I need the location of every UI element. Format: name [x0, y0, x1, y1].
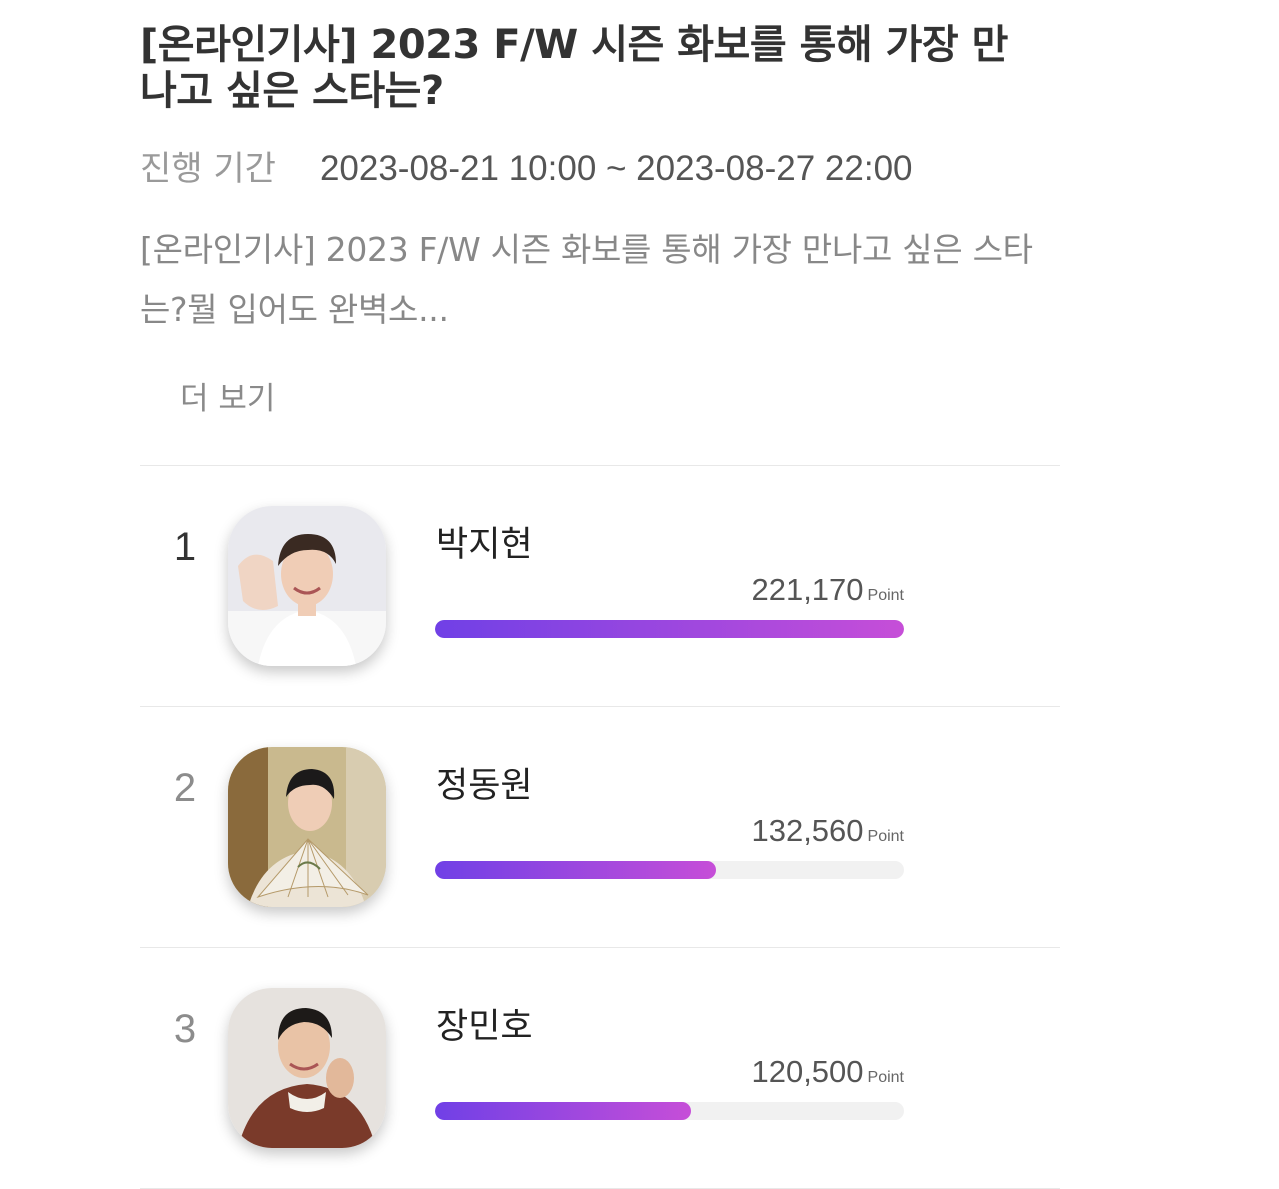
ranking-row[interactable]: 2 정동원 132,560 Point — [140, 707, 1060, 947]
vote-page: [온라인기사] 2023 F/W 시즌 화보를 통해 가장 만나고 싶은 스타는… — [0, 0, 1279, 1189]
rank-number: 3 — [173, 1007, 197, 1051]
star-name: 박지현 — [436, 525, 533, 565]
score-value: 221,170 — [751, 572, 864, 607]
vote-period: 진행 기간 2023-08-21 10:00 ~ 2023-08-27 22:0… — [140, 146, 913, 192]
period-label: 진행 기간 — [140, 149, 276, 189]
score-unit: Point — [867, 587, 904, 604]
score-bar-fill — [435, 620, 904, 638]
score-text: 221,170 Point — [751, 570, 904, 616]
score-unit: Point — [867, 828, 904, 845]
ranking-row[interactable]: 1 박지현 221,170 Point — [140, 466, 1060, 706]
vote-content: [온라인기사] 2023 F/W 시즌 화보를 통해 가장 만나고 싶은 스타는… — [140, 0, 1060, 1189]
vote-description: [온라인기사] 2023 F/W 시즌 화보를 통해 가장 만나고 싶은 스타는… — [140, 230, 1033, 329]
score-text: 132,560 Point — [751, 811, 904, 857]
star-name: 정동원 — [436, 766, 533, 806]
star-photo — [228, 506, 386, 666]
score-bar-fill — [435, 1102, 691, 1120]
more-button[interactable]: 더 보기 — [180, 376, 275, 422]
score-value: 120,500 — [751, 1054, 864, 1089]
score-text: 120,500 Point — [751, 1052, 904, 1098]
rank-number: 1 — [173, 525, 197, 569]
star-photo-image — [228, 747, 386, 907]
score-bar-track — [435, 620, 904, 638]
score-bar-track — [435, 861, 904, 879]
period-value: 2023-08-21 10:00 ~ 2023-08-27 22:00 — [319, 149, 913, 188]
score-bar-track — [435, 1102, 904, 1120]
star-name: 장민호 — [436, 1007, 533, 1047]
ranking-row[interactable]: 3 장민호 120,500 Point — [140, 948, 1060, 1188]
star-photo-image — [228, 506, 386, 666]
score-unit: Point — [867, 1069, 904, 1086]
score-value: 132,560 — [751, 813, 864, 848]
score-bar-fill — [435, 861, 716, 879]
rank-number: 2 — [173, 766, 197, 810]
star-photo — [228, 747, 386, 907]
star-photo-image — [228, 988, 386, 1148]
star-photo — [228, 988, 386, 1148]
vote-title: [온라인기사] 2023 F/W 시즌 화보를 통해 가장 만나고 싶은 스타는… — [140, 22, 1008, 114]
